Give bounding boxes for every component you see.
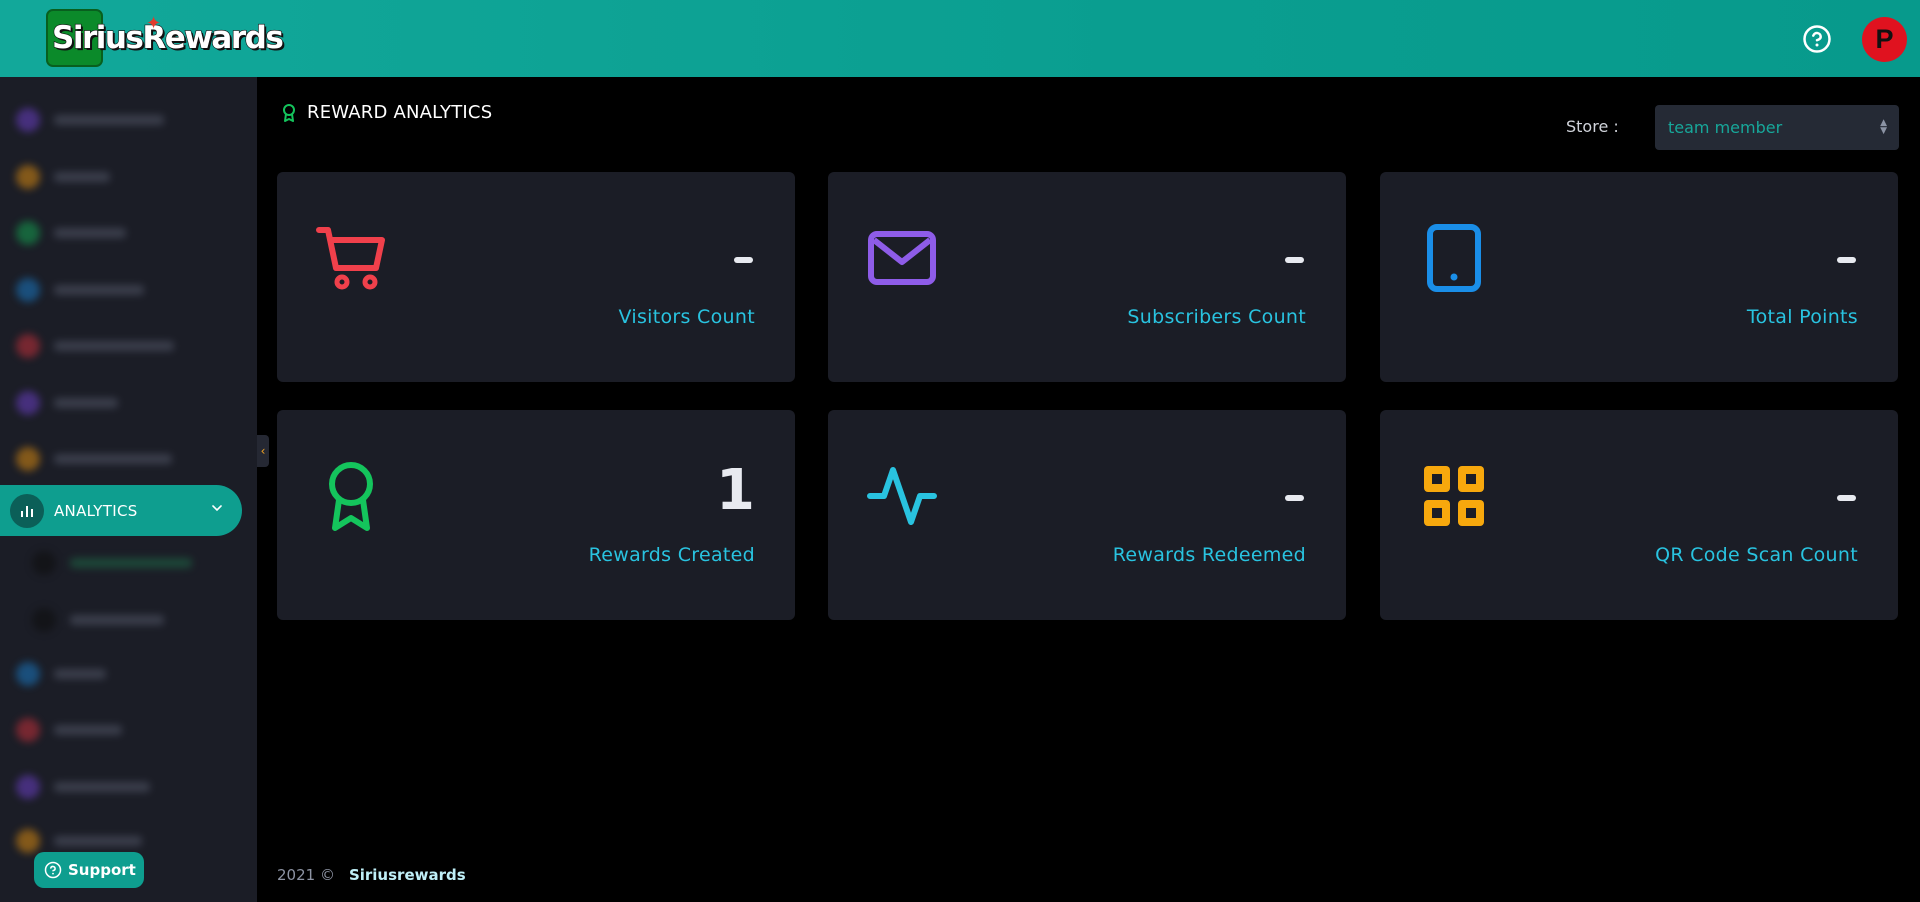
support-label: Support bbox=[68, 861, 136, 879]
stat-label: Total Points bbox=[1746, 306, 1858, 328]
store-label: Store : bbox=[1566, 117, 1619, 136]
top-header: SiriusRewards ✦ P bbox=[0, 0, 1920, 77]
stat-card-total-points: Total Points bbox=[1380, 172, 1898, 382]
stat-label: Subscribers Count bbox=[1127, 306, 1306, 328]
footer-copyright: 2021 © bbox=[277, 866, 335, 884]
logo-star-icon: ✦ bbox=[146, 13, 162, 34]
stat-value-empty bbox=[1837, 257, 1856, 263]
stat-label: QR Code Scan Count bbox=[1655, 544, 1858, 566]
store-select[interactable]: team member ▲ ▼ bbox=[1655, 105, 1899, 150]
stat-card-rewards-redeemed: Rewards Redeemed bbox=[828, 410, 1346, 620]
sidebar-item-blurred[interactable] bbox=[16, 717, 122, 743]
stat-card-subscribers: Subscribers Count bbox=[828, 172, 1346, 382]
sidebar-item-blurred[interactable] bbox=[16, 333, 174, 359]
shopping-cart-icon bbox=[316, 227, 385, 290]
award-icon bbox=[329, 462, 373, 531]
select-arrows-icon: ▲ ▼ bbox=[1880, 118, 1887, 136]
chevron-down-icon bbox=[212, 505, 222, 512]
sidebar-item-blurred[interactable] bbox=[16, 220, 126, 246]
store-select-value: team member bbox=[1668, 118, 1783, 137]
sidebar-item-blurred[interactable] bbox=[16, 828, 142, 854]
chevron-left-icon: ‹ bbox=[260, 444, 266, 458]
sidebar-item-blurred[interactable] bbox=[16, 107, 164, 133]
sidebar-item-label: ANALYTICS bbox=[54, 501, 138, 520]
page-title: REWARD ANALYTICS bbox=[281, 102, 492, 123]
stat-card-qr-scans: QR Code Scan Count bbox=[1380, 410, 1898, 620]
support-button[interactable]: Support bbox=[34, 852, 144, 888]
tablet-icon bbox=[1427, 224, 1481, 292]
stat-card-rewards-created: 1 Rewards Created bbox=[277, 410, 795, 620]
sidebar-item-blurred[interactable] bbox=[16, 390, 118, 416]
user-avatar[interactable]: P bbox=[1862, 17, 1907, 62]
stat-label: Rewards Created bbox=[588, 544, 755, 566]
footer-brand-link[interactable]: Siriusrewards bbox=[349, 866, 466, 884]
sidebar-subitem-blurred[interactable] bbox=[32, 550, 192, 576]
stat-card-visitors: Visitors Count bbox=[277, 172, 795, 382]
sidebar-item-blurred[interactable] bbox=[16, 446, 172, 472]
grid-icon bbox=[1424, 466, 1484, 526]
logo-text: SiriusRewards bbox=[51, 19, 284, 56]
sidebar-item-analytics[interactable]: ANALYTICS bbox=[0, 485, 242, 536]
sidebar-item-blurred[interactable] bbox=[16, 164, 110, 190]
sidebar: ANALYTICS Support bbox=[0, 77, 257, 902]
sidebar-collapse-toggle[interactable]: ‹ bbox=[257, 435, 269, 467]
help-circle-icon[interactable] bbox=[1802, 24, 1832, 54]
stat-label: Visitors Count bbox=[618, 306, 755, 328]
stat-label: Rewards Redeemed bbox=[1112, 544, 1306, 566]
stat-value-empty bbox=[1285, 257, 1304, 263]
sidebar-item-blurred[interactable] bbox=[16, 774, 150, 800]
sirius-rewards-logo[interactable]: SiriusRewards ✦ bbox=[46, 9, 284, 67]
stat-value-empty bbox=[1837, 495, 1856, 501]
award-icon bbox=[283, 103, 295, 122]
help-circle-icon bbox=[44, 861, 62, 879]
sidebar-item-blurred[interactable] bbox=[16, 277, 144, 303]
stat-value-empty bbox=[1285, 495, 1304, 501]
bar-chart-icon bbox=[10, 493, 44, 528]
activity-icon bbox=[867, 467, 937, 525]
mail-icon bbox=[868, 231, 936, 285]
footer: 2021 © Siriusrewards bbox=[277, 866, 466, 884]
stat-value-empty bbox=[734, 257, 753, 263]
sidebar-subitem-blurred[interactable] bbox=[32, 607, 164, 633]
stat-value: 1 bbox=[716, 458, 755, 523]
sidebar-item-blurred[interactable] bbox=[16, 661, 106, 687]
